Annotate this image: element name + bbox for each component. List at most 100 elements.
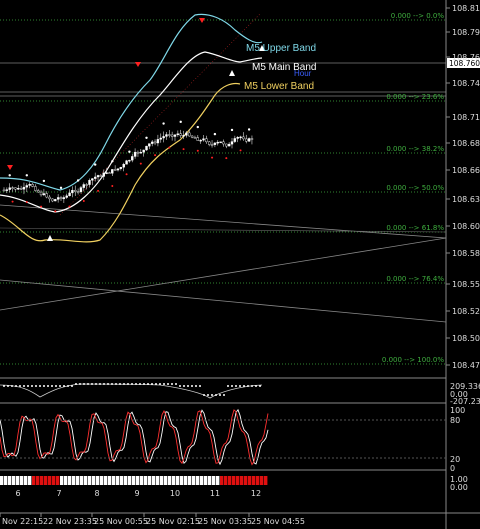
price-tick-label: 108.710: [452, 113, 480, 122]
candle-body: [19, 188, 23, 190]
candle-body: [99, 175, 103, 177]
momentum-dot: [83, 383, 85, 385]
red-dot: [40, 205, 43, 208]
heat-cell: [76, 476, 80, 485]
momentum-dot: [215, 394, 217, 396]
price-tick-label: 108.740: [452, 79, 480, 88]
candle-body: [48, 196, 51, 200]
momentum-dot: [155, 383, 157, 385]
candle-body: [125, 160, 128, 165]
candle-body: [207, 141, 211, 145]
momentum-dot: [143, 383, 145, 385]
candle-body: [51, 198, 54, 202]
momentum-dot: [191, 385, 193, 387]
fib-label: 0.000 --> 76.4%: [386, 275, 444, 283]
momentum-dot: [159, 383, 161, 385]
white-dot: [111, 160, 114, 163]
hour-label: 6: [15, 489, 20, 498]
heat-cell: [168, 476, 172, 485]
candle-body: [39, 191, 43, 196]
momentum-dot: [55, 385, 57, 387]
price-tick-label: 108.660: [452, 166, 480, 175]
candle-body: [133, 151, 137, 157]
momentum-dot: [255, 385, 257, 387]
heat-cell: [192, 476, 196, 485]
heat-cell: [124, 476, 128, 485]
momentum-dot: [251, 385, 253, 387]
candle-body: [17, 188, 20, 190]
candle-body: [219, 141, 222, 144]
heat-cell: [128, 476, 132, 485]
momentum-dot: [43, 385, 45, 387]
candle-body: [225, 143, 228, 147]
red-dot: [182, 148, 185, 151]
candle-body: [193, 137, 197, 139]
hour-label: 11: [210, 489, 220, 498]
heat-cell: [176, 476, 180, 485]
candle-body: [230, 141, 234, 145]
candle-body: [227, 143, 231, 147]
heat-cell: [244, 476, 248, 485]
momentum-dot: [99, 383, 101, 385]
heat-cell: [220, 476, 224, 485]
candle-body: [196, 137, 200, 141]
candle-body: [88, 180, 91, 185]
heat-cell: [152, 476, 156, 485]
hour-label: 8: [94, 489, 99, 498]
candle-body: [54, 199, 57, 202]
hour-label: 7: [56, 489, 61, 498]
time-label: 25 Nov 03:35: [198, 517, 252, 526]
heat-cell: [260, 476, 264, 485]
momentum-dot: [115, 383, 117, 385]
heat-cell: [48, 476, 52, 485]
candle-body: [165, 134, 168, 137]
hour-label: 10: [170, 489, 180, 498]
candle-body: [148, 143, 151, 147]
red-dot: [125, 173, 128, 176]
heat-cell: [212, 476, 216, 485]
candle-body: [190, 135, 194, 138]
momentum-dot: [179, 385, 181, 387]
fib-label: 0.000 --> 100.0%: [382, 356, 444, 364]
momentum-dot: [107, 383, 109, 385]
momentum-dot: [135, 383, 137, 385]
momentum-dot: [79, 383, 81, 385]
heat-cell: [84, 476, 88, 485]
candle-body: [105, 172, 108, 174]
candle-body: [8, 187, 11, 190]
candle-body: [185, 132, 188, 136]
momentum-dot: [75, 383, 77, 385]
price-tick-label: 108.790: [452, 28, 480, 37]
heat-cell: [72, 476, 76, 485]
candle-body: [82, 184, 86, 188]
red-dot: [97, 189, 100, 192]
heat-cell: [144, 476, 148, 485]
heat-cell: [184, 476, 188, 485]
candle-body: [170, 134, 174, 137]
price-tick-label: 108.685: [452, 139, 480, 148]
heat-cell: [56, 476, 60, 485]
price-chart[interactable]: 0.000 --> 0.0% 0.000 --> 23.6% 0.000 --> 3…: [0, 0, 480, 529]
candle-body: [245, 138, 248, 142]
momentum-dot: [23, 385, 25, 387]
fib-label: 0.000 --> 38.2%: [386, 145, 444, 153]
candle-body: [108, 172, 111, 174]
candle-body: [2, 189, 6, 192]
candle-body: [42, 193, 46, 196]
white-dot: [230, 128, 234, 132]
momentum-dot: [139, 383, 141, 385]
candle-body: [22, 186, 26, 190]
candle-body: [56, 197, 60, 200]
heat-cell: [232, 476, 236, 485]
heat-cell: [92, 476, 96, 485]
candle-body: [74, 189, 77, 192]
candle-body: [62, 197, 66, 200]
momentum-dot: [131, 383, 133, 385]
candle-body: [188, 132, 191, 137]
hour-heat-strip: [0, 476, 268, 485]
momentum-dot: [187, 385, 189, 387]
price-tick-label: 108.475: [452, 361, 480, 370]
heat-cell: [88, 476, 92, 485]
momentum-dot: [39, 385, 41, 387]
hour-label: Hour: [294, 69, 312, 78]
